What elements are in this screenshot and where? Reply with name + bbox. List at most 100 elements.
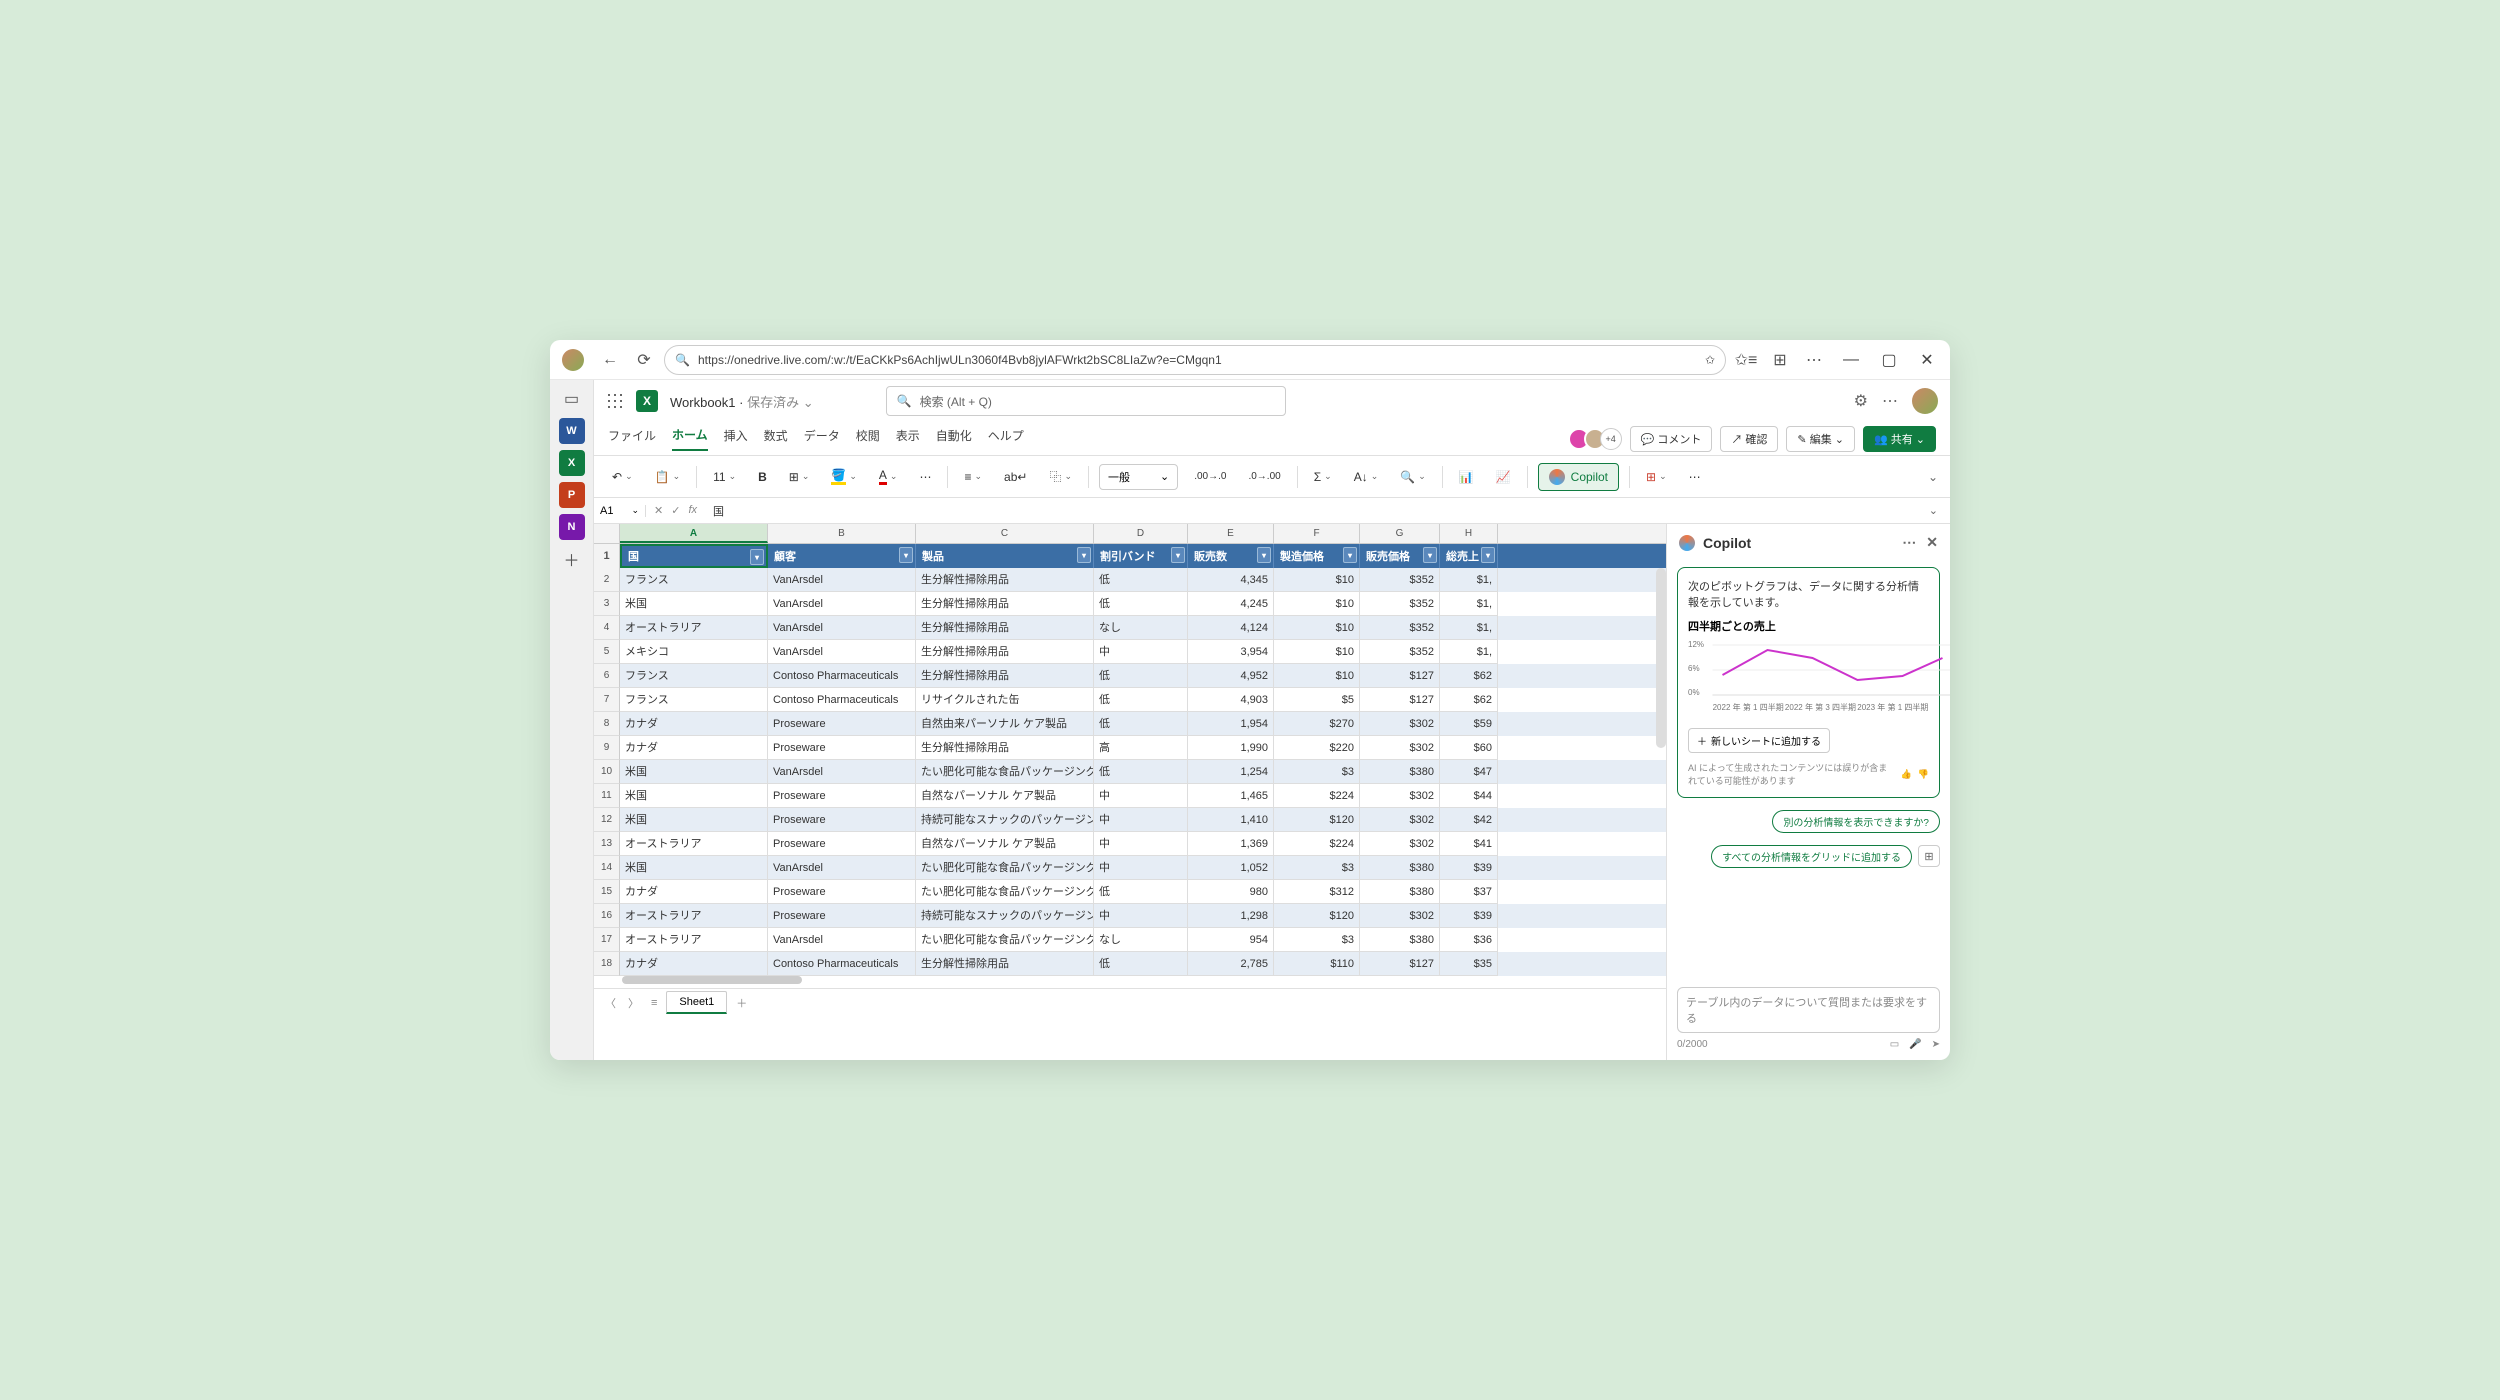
column-header[interactable]: C (916, 524, 1094, 543)
merge-button[interactable]: ⿻⌄ (1043, 463, 1078, 491)
favorites-icon[interactable]: ✩≡ (1732, 346, 1760, 374)
table-cell[interactable]: $35 (1440, 952, 1498, 976)
table-cell[interactable]: たい肥化可能な食品パッケージング (916, 760, 1094, 784)
table-cell[interactable]: 米国 (620, 856, 768, 880)
column-header[interactable]: G (1360, 524, 1440, 543)
table-cell[interactable]: $302 (1360, 904, 1440, 928)
table-cell[interactable]: 米国 (620, 808, 768, 832)
table-cell[interactable]: $39 (1440, 904, 1498, 928)
table-cell[interactable]: $60 (1440, 736, 1498, 760)
table-row[interactable]: 8カナダProseware自然由来パーソナル ケア製品低1,954$270$30… (594, 712, 1666, 736)
table-cell[interactable]: Contoso Pharmaceuticals (768, 664, 916, 688)
table-cell[interactable]: VanArsdel (768, 592, 916, 616)
sheet-tab[interactable]: Sheet1 (666, 991, 727, 1014)
table-cell[interactable]: $270 (1274, 712, 1360, 736)
filter-dropdown-icon[interactable]: ▾ (1171, 547, 1185, 563)
filter-dropdown-icon[interactable]: ▾ (1343, 547, 1357, 563)
table-cell[interactable]: $302 (1360, 736, 1440, 760)
table-cell[interactable]: 自然なパーソナル ケア製品 (916, 784, 1094, 808)
ribbon-tab-表示[interactable]: 表示 (896, 427, 920, 450)
minimize-button[interactable]: — (1834, 346, 1868, 374)
column-header[interactable]: B (768, 524, 916, 543)
filter-dropdown-icon[interactable]: ▾ (1481, 547, 1495, 563)
table-cell[interactable]: $127 (1360, 688, 1440, 712)
grid-icon[interactable]: ⊞ (1918, 845, 1940, 867)
table-row[interactable]: 17オーストラリアVanArsdelたい肥化可能な食品パッケージングなし954$… (594, 928, 1666, 952)
table-cell[interactable]: 米国 (620, 592, 768, 616)
table-cell[interactable]: 自然なパーソナル ケア製品 (916, 832, 1094, 856)
table-cell[interactable]: $302 (1360, 712, 1440, 736)
suggestion-chip[interactable]: すべての分析情報をグリッドに追加する (1711, 845, 1912, 868)
table-cell[interactable]: $10 (1274, 664, 1360, 688)
table-row[interactable]: 10米国VanArsdelたい肥化可能な食品パッケージング低1,254$3$38… (594, 760, 1666, 784)
table-cell[interactable]: $352 (1360, 616, 1440, 640)
table-cell[interactable]: $44 (1440, 784, 1498, 808)
table-cell[interactable]: たい肥化可能な食品パッケージング (916, 880, 1094, 904)
review-button[interactable]: ↗ 確認 (1720, 426, 1778, 452)
table-row[interactable]: 13オーストラリアProseware自然なパーソナル ケア製品中1,369$22… (594, 832, 1666, 856)
table-cell[interactable]: フランス (620, 688, 768, 712)
ribbon-tab-数式[interactable]: 数式 (764, 427, 788, 450)
table-cell[interactable]: $42 (1440, 808, 1498, 832)
table-cell[interactable]: 1,254 (1188, 760, 1274, 784)
table-cell[interactable]: $312 (1274, 880, 1360, 904)
table-cell[interactable]: $224 (1274, 784, 1360, 808)
close-button[interactable]: ✕ (1910, 346, 1944, 374)
table-cell[interactable]: 自然由来パーソナル ケア製品 (916, 712, 1094, 736)
vertical-scrollbar[interactable] (1656, 568, 1666, 748)
table-cell[interactable]: 持続可能なスナックのパッケージング (916, 904, 1094, 928)
table-cell[interactable]: 4,952 (1188, 664, 1274, 688)
table-cell[interactable]: 米国 (620, 784, 768, 808)
table-cell[interactable]: $127 (1360, 952, 1440, 976)
attach-icon[interactable]: ▭ (1890, 1039, 1899, 1050)
table-cell[interactable]: 生分解性掃除用品 (916, 592, 1094, 616)
table-cell[interactable]: $302 (1360, 832, 1440, 856)
table-cell[interactable]: Proseware (768, 784, 916, 808)
ribbon-tab-校閲[interactable]: 校閲 (856, 427, 880, 450)
filter-dropdown-icon[interactable]: ▾ (1257, 547, 1271, 563)
powerpoint-app-icon[interactable]: P (559, 482, 585, 508)
table-row[interactable]: 12米国Proseware持続可能なスナックのパッケージング中1,410$120… (594, 808, 1666, 832)
column-header[interactable]: H (1440, 524, 1498, 543)
table-cell[interactable]: Proseware (768, 832, 916, 856)
table-cell[interactable]: $36 (1440, 928, 1498, 952)
table-cell[interactable]: VanArsdel (768, 640, 916, 664)
ribbon-tab-ヘルプ[interactable]: ヘルプ (988, 427, 1024, 450)
sheet-next-icon[interactable]: 〉 (625, 995, 642, 1011)
table-cell[interactable]: VanArsdel (768, 856, 916, 880)
table-cell[interactable]: 中 (1094, 904, 1188, 928)
column-header[interactable]: F (1274, 524, 1360, 543)
account-avatar[interactable] (1912, 388, 1938, 414)
autosum-button[interactable]: Σ⌄ (1308, 463, 1338, 491)
table-cell[interactable]: $10 (1274, 616, 1360, 640)
table-cell[interactable]: 低 (1094, 712, 1188, 736)
settings-icon[interactable]: ⚙ (1854, 391, 1868, 411)
table-row[interactable]: 7フランスContoso Pharmaceuticalsリサイクルされた缶低4,… (594, 688, 1666, 712)
fill-color-button[interactable]: 🪣⌄ (825, 463, 863, 491)
ribbon-tab-データ[interactable]: データ (804, 427, 840, 450)
table-row[interactable]: 6フランスContoso Pharmaceuticals生分解性掃除用品低4,9… (594, 664, 1666, 688)
fx-icon[interactable]: fx (688, 504, 697, 517)
bold-button[interactable]: B (752, 463, 773, 491)
mic-icon[interactable]: 🎤 (1909, 1039, 1921, 1050)
cancel-formula-icon[interactable]: ✕ (654, 504, 663, 517)
collapse-ribbon-icon[interactable]: ⌄ (1928, 470, 1938, 484)
comments-button[interactable]: 💬 コメント (1630, 426, 1713, 452)
table-cell[interactable]: カナダ (620, 712, 768, 736)
table-cell[interactable]: カナダ (620, 880, 768, 904)
table-cell[interactable]: $220 (1274, 736, 1360, 760)
back-button[interactable]: ← (596, 346, 624, 374)
table-cell[interactable]: 生分解性掃除用品 (916, 736, 1094, 760)
table-cell[interactable]: Contoso Pharmaceuticals (768, 952, 916, 976)
table-cell[interactable]: カナダ (620, 952, 768, 976)
increase-decimal-button[interactable]: .00→.0 (1188, 463, 1232, 491)
table-cell[interactable]: 1,954 (1188, 712, 1274, 736)
horizontal-scrollbar[interactable] (622, 976, 1666, 986)
filter-dropdown-icon[interactable]: ▾ (1423, 547, 1437, 563)
table-cell[interactable]: $41 (1440, 832, 1498, 856)
toolbar-more-icon[interactable]: ⋯ (1683, 463, 1707, 491)
table-cell[interactable]: Proseware (768, 880, 916, 904)
table-cell[interactable]: オーストラリア (620, 904, 768, 928)
profile-avatar[interactable] (562, 349, 584, 371)
search-box[interactable]: 🔍 検索 (Alt + Q) (886, 386, 1286, 416)
